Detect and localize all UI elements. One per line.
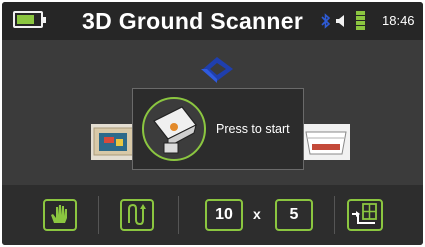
clock: 18:46	[382, 13, 415, 28]
grid-corner-icon	[352, 203, 377, 224]
bluetooth-icon	[321, 13, 331, 29]
manual-mode-button[interactable]	[43, 199, 77, 231]
bottom-toolbar: 10 x 5	[2, 185, 423, 245]
header-bar: 3D Ground Scanner 18:46	[2, 2, 423, 40]
start-dialog[interactable]: Press to start	[132, 88, 304, 170]
device-screen: 3D Ground Scanner 18:46 Press to start 1…	[2, 2, 423, 245]
toolbar-separator	[334, 196, 335, 234]
grid-width-field[interactable]: 10	[205, 199, 243, 231]
app-title: 3D Ground Scanner	[82, 8, 304, 34]
grid-length-field[interactable]: 5	[275, 199, 313, 231]
speaker-icon	[336, 15, 344, 27]
battery-level-icon	[355, 11, 366, 31]
times-label: x	[253, 206, 261, 222]
scanner-device-icon	[142, 97, 206, 161]
toolbar-separator	[178, 196, 179, 234]
grid-setup-button[interactable]	[347, 199, 383, 231]
start-prompt: Press to start	[216, 122, 290, 136]
battery-icon	[13, 11, 46, 28]
toolbar-separator	[98, 196, 99, 234]
preview-image-right	[302, 124, 350, 160]
hand-icon	[51, 205, 67, 223]
scan-path-button[interactable]	[120, 199, 154, 231]
scan-arrow-logo	[201, 57, 233, 83]
scan-path-icon	[128, 203, 146, 226]
